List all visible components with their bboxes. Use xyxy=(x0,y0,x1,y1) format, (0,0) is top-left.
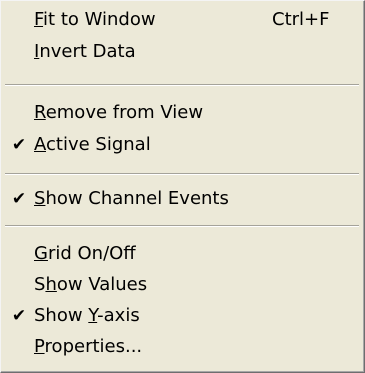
menu-item-show-y-axis[interactable]: ✔ Show Y-axis xyxy=(1,300,357,332)
menu-separator xyxy=(5,173,359,175)
menu-item-active-signal[interactable]: ✔ Active Signal xyxy=(1,129,357,161)
checkmark-icon xyxy=(9,238,29,270)
menu-item-label: Remove from View xyxy=(34,102,204,123)
menu-separator xyxy=(5,225,359,227)
checkmark-icon: ✔ xyxy=(11,135,27,155)
menu-item-show-values[interactable]: Show Values xyxy=(1,269,357,301)
menu-item-label: Invert Data xyxy=(34,41,136,62)
checkmark-icon: ✔ xyxy=(11,306,27,326)
menu-item-label: Show Y-axis xyxy=(34,305,140,326)
menu-separator xyxy=(5,84,359,86)
context-menu: Fit to Window Ctrl+F Invert Data Remove … xyxy=(0,0,365,373)
menu-item-label: Show Channel Events xyxy=(34,188,229,209)
checkmark-icon xyxy=(9,269,29,301)
shortcut-label: Ctrl+F xyxy=(272,9,330,30)
checkmark-icon xyxy=(9,36,29,68)
menu-item-label: Properties... xyxy=(34,336,143,357)
menu-item-label: Fit to Window xyxy=(34,9,156,30)
checkmark-icon xyxy=(9,331,29,363)
checkmark-icon xyxy=(9,97,29,129)
menu-item-show-channel-events[interactable]: ✔ Show Channel Events xyxy=(1,183,357,215)
menu-item-label: Active Signal xyxy=(34,134,151,155)
menu-item-properties[interactable]: Properties... xyxy=(1,331,357,363)
checkmark-icon: ✔ xyxy=(11,189,27,209)
checkmark-icon xyxy=(9,4,29,36)
menu-item-label: Grid On/Off xyxy=(34,243,136,264)
menu-item-fit-to-window[interactable]: Fit to Window Ctrl+F xyxy=(1,4,357,36)
menu-item-grid-on-off[interactable]: Grid On/Off xyxy=(1,238,357,270)
menu-item-remove-from-view[interactable]: Remove from View xyxy=(1,97,357,129)
menu-item-invert-data[interactable]: Invert Data xyxy=(1,36,357,68)
menu-item-label: Show Values xyxy=(34,274,148,295)
